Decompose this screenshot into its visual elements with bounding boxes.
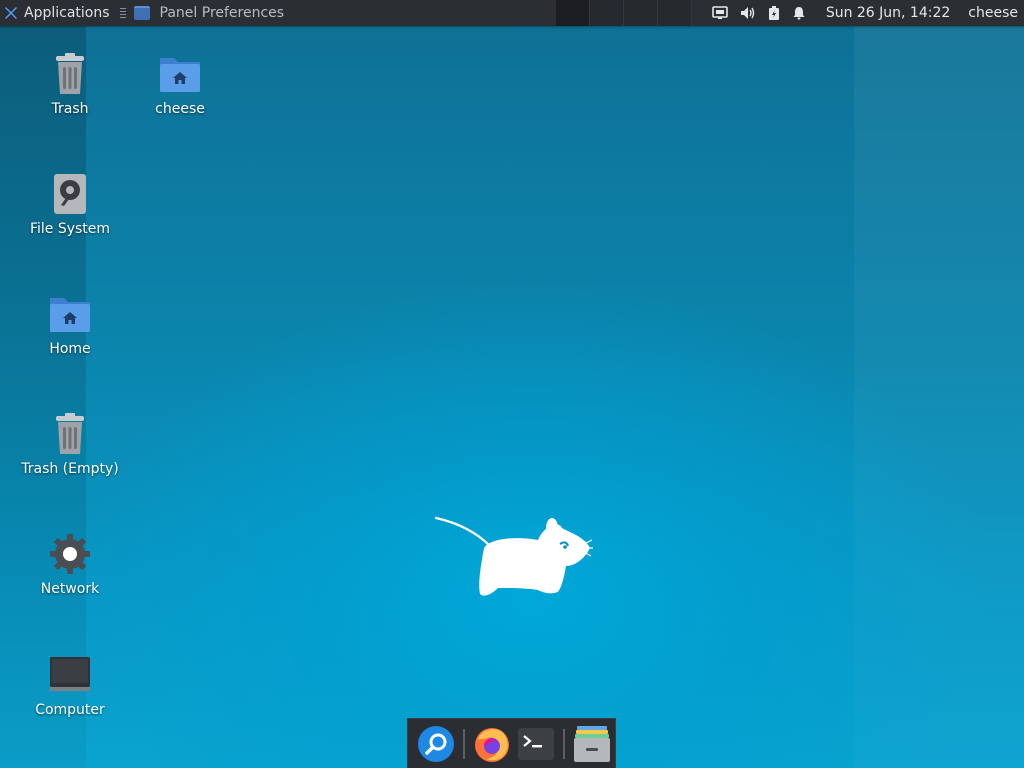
dock-panel bbox=[407, 718, 616, 768]
desktop-icon-label: Home bbox=[49, 341, 91, 357]
clock[interactable]: Sun 26 Jun, 14:22 bbox=[826, 5, 950, 21]
desktop-icon-computer[interactable]: Computer bbox=[15, 653, 125, 719]
workspace-3[interactable] bbox=[623, 0, 658, 26]
user-menu[interactable]: cheese bbox=[968, 5, 1018, 21]
home-folder-icon bbox=[50, 298, 90, 332]
desktop-icon-network[interactable]: Network bbox=[15, 532, 125, 598]
workspace-1[interactable] bbox=[555, 0, 590, 26]
workspace-4[interactable] bbox=[657, 0, 692, 26]
dock-file-manager[interactable] bbox=[570, 722, 614, 766]
desktop-icon-home[interactable]: Home bbox=[15, 292, 125, 358]
wallpaper-shade-right bbox=[854, 26, 1024, 768]
top-panel: Applications Panel Preferences Sun 26 Ju… bbox=[0, 0, 1024, 26]
desktop-icon-label: Network bbox=[40, 581, 100, 597]
window-icon bbox=[133, 6, 150, 20]
desktop-icon-label: File System bbox=[29, 221, 111, 237]
xfce-x-icon bbox=[5, 7, 17, 19]
dock-app-finder[interactable] bbox=[414, 722, 458, 766]
app-finder-icon bbox=[418, 725, 454, 762]
dock-separator bbox=[563, 728, 565, 759]
workspace-switcher[interactable] bbox=[555, 0, 692, 26]
desktop-icon-label: Trash (Empty) bbox=[21, 461, 119, 477]
file-manager-icon bbox=[574, 725, 610, 762]
dock-firefox[interactable] bbox=[470, 722, 514, 766]
network-icon[interactable] bbox=[712, 6, 728, 20]
system-tray: Sun 26 Jun, 14:22 cheese bbox=[698, 0, 1024, 26]
taskbar-button-panel-preferences[interactable]: Panel Preferences bbox=[132, 0, 293, 26]
trash-icon bbox=[56, 53, 84, 94]
desktop-icon-cheese[interactable]: cheese bbox=[125, 52, 235, 118]
desktop-icon-label: cheese bbox=[155, 101, 205, 117]
taskbar-button-label: Panel Preferences bbox=[159, 5, 285, 21]
dock-separator bbox=[463, 728, 465, 759]
applications-menu-button[interactable]: Applications bbox=[0, 0, 116, 26]
battery-icon[interactable] bbox=[768, 5, 780, 21]
home-folder-icon bbox=[160, 58, 200, 92]
desktop-icon-trash[interactable]: Trash bbox=[15, 52, 125, 118]
dock-terminal[interactable] bbox=[514, 722, 558, 766]
applications-label: Applications bbox=[24, 5, 110, 21]
desktop-icon-file-system[interactable]: File System bbox=[15, 172, 125, 238]
panel-separator-handle[interactable] bbox=[119, 8, 126, 18]
monitor-icon bbox=[50, 657, 90, 691]
desktop-icon-label: Computer bbox=[35, 702, 105, 718]
trash-icon bbox=[56, 413, 84, 454]
volume-icon[interactable] bbox=[740, 6, 756, 20]
desktop-icon-trash-empty[interactable]: Trash (Empty) bbox=[15, 412, 125, 478]
hard-drive-icon bbox=[54, 174, 86, 214]
workspace-2[interactable] bbox=[589, 0, 624, 26]
network-gear-icon bbox=[50, 534, 90, 574]
desktop-icon-label: Trash bbox=[51, 101, 89, 117]
firefox-icon bbox=[475, 727, 509, 762]
xfce-mouse-logo bbox=[434, 516, 593, 596]
terminal-icon bbox=[518, 727, 554, 760]
notification-bell-icon[interactable] bbox=[792, 6, 806, 20]
